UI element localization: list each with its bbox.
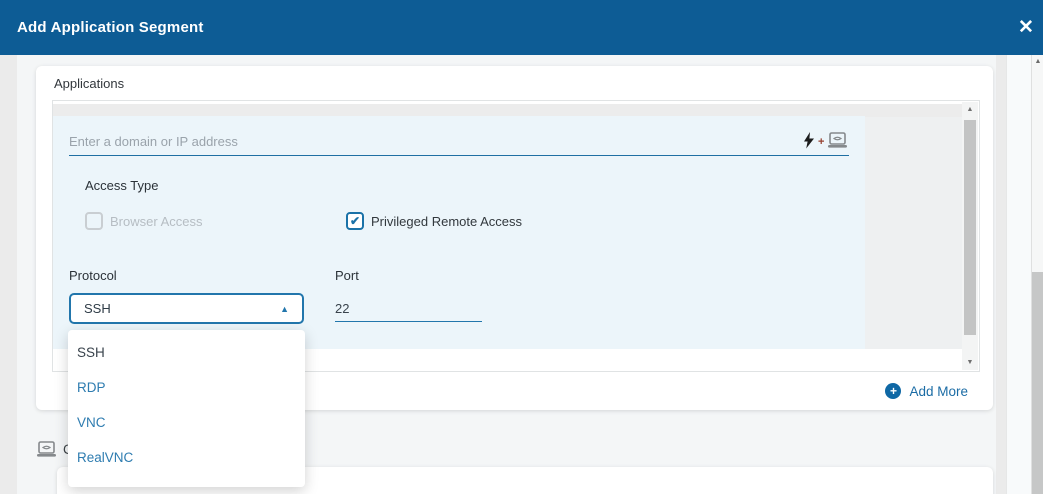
access-type-options: Browser Access ✔ Privileged Remote Acces…	[85, 212, 845, 232]
domain-input[interactable]	[69, 128, 849, 156]
add-circle-icon[interactable]: +	[885, 383, 902, 399]
modal-header: Add Application Segment ✕	[0, 0, 1043, 55]
laptop-icon[interactable]	[827, 131, 848, 149]
modal-title: Add Application Segment	[17, 19, 204, 36]
port-input[interactable]	[335, 296, 482, 322]
protocol-select[interactable]: SSH ▲	[69, 293, 304, 324]
protocol-selected-value: SSH	[84, 301, 111, 316]
checkbox-checked-icon[interactable]: ✔	[346, 212, 364, 230]
protocol-dropdown-menu: SSH RDP VNC RealVNC	[68, 330, 305, 487]
privileged-remote-access-checkbox[interactable]: ✔ Privileged Remote Access	[346, 212, 522, 230]
plus-icon[interactable]: +	[818, 136, 824, 148]
applications-scrollbar[interactable]: ▲ ▼	[962, 102, 978, 370]
page-right-column	[1006, 55, 1031, 494]
laptop-icon	[36, 441, 57, 458]
port-label: Port	[335, 268, 359, 283]
applications-label: Applications	[54, 76, 125, 91]
checkbox-unchecked-icon[interactable]	[85, 212, 103, 230]
protocol-option-vnc[interactable]: VNC	[68, 405, 305, 440]
scroll-up-icon[interactable]: ▲	[1032, 58, 1043, 65]
applications-scrollbar-thumb[interactable]	[964, 120, 976, 335]
lightning-bolt-icon[interactable]	[803, 131, 815, 149]
scroll-down-icon[interactable]: ▼	[962, 359, 978, 366]
page-scrollbar-thumb[interactable]	[1032, 272, 1043, 494]
access-type-label: Access Type	[85, 178, 159, 193]
chevron-up-icon: ▲	[280, 303, 289, 314]
add-application-segment-modal: Add Application Segment ✕ ▲ Applications…	[0, 0, 1043, 494]
browser-access-checkbox[interactable]: Browser Access	[85, 212, 202, 230]
domain-field-icons: +	[803, 129, 851, 151]
add-more-button[interactable]: + Add More	[885, 383, 968, 399]
page-scrollbar[interactable]: ▲	[1031, 55, 1043, 494]
protocol-option-ssh[interactable]: SSH	[68, 335, 305, 370]
application-entry-panel: + Access Type Browser Access	[53, 116, 865, 349]
browser-access-label: Browser Access	[110, 213, 203, 229]
scroll-up-icon[interactable]: ▲	[962, 106, 978, 113]
protocol-label: Protocol	[69, 268, 117, 283]
add-more-label: Add More	[909, 383, 968, 399]
privileged-remote-access-label: Privileged Remote Access	[371, 213, 523, 229]
protocol-option-realvnc[interactable]: RealVNC	[68, 440, 305, 475]
protocol-option-rdp[interactable]: RDP	[68, 370, 305, 405]
close-icon[interactable]: ✕	[1013, 0, 1039, 55]
